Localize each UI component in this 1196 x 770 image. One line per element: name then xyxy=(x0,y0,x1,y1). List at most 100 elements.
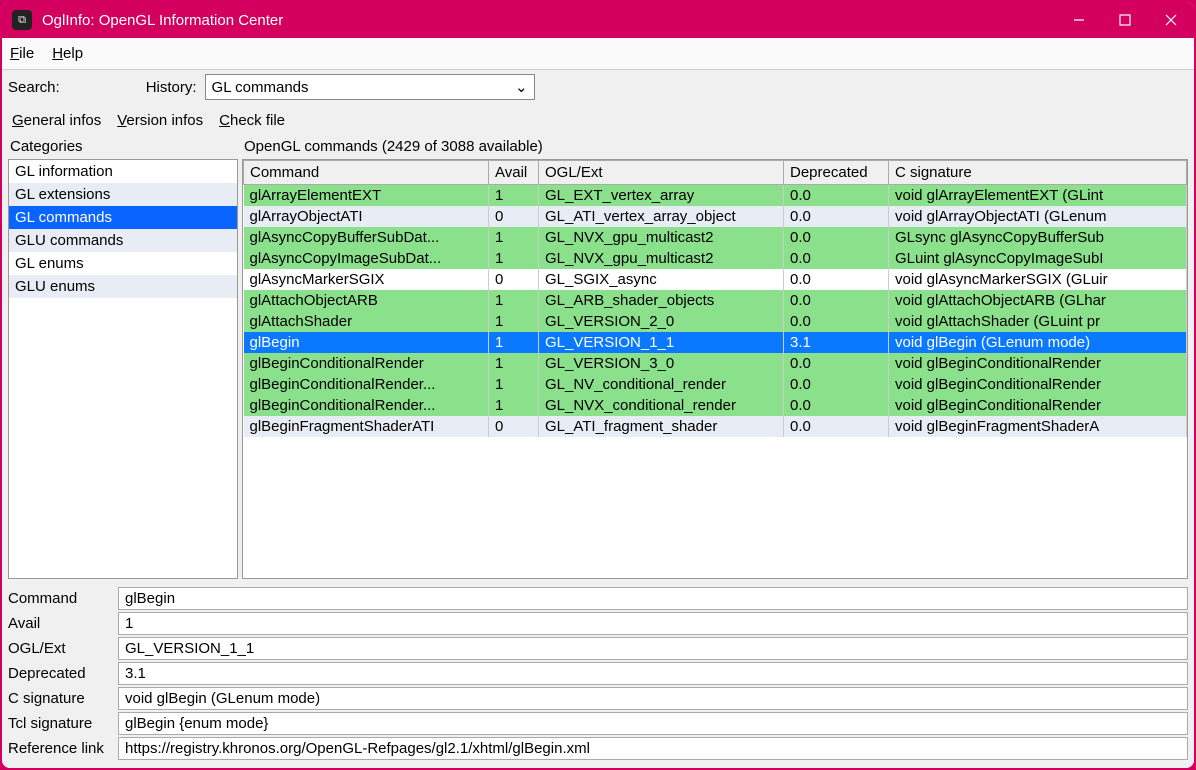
detail-row: Deprecated3.1 xyxy=(8,662,1188,685)
category-item[interactable]: GL information xyxy=(9,160,237,183)
menu-help[interactable]: Help xyxy=(52,45,83,62)
category-item[interactable]: GL extensions xyxy=(9,183,237,206)
menu-file[interactable]: File xyxy=(10,45,34,62)
cell-sig: void glArrayObjectATI (GLenum xyxy=(889,206,1187,227)
table-row[interactable]: glAsyncMarkerSGIX0GL_SGIX_async0.0void g… xyxy=(244,269,1187,290)
table-row[interactable]: glArrayElementEXT1GL_EXT_vertex_array0.0… xyxy=(244,185,1187,207)
cell-cmd: glAttachShader xyxy=(244,311,489,332)
cell-ogl: GL_ATI_vertex_array_object xyxy=(539,206,784,227)
cell-cmd: glAsyncCopyImageSubDat... xyxy=(244,248,489,269)
tab-check[interactable]: Check file xyxy=(213,108,291,134)
menubar: File Help xyxy=(2,38,1194,70)
cell-sig: GLuint glAsyncCopyImageSubI xyxy=(889,248,1187,269)
cell-avail: 0 xyxy=(489,416,539,437)
detail-row: Tcl signatureglBegin {enum mode} xyxy=(8,712,1188,735)
titlebar[interactable]: ⧉ OglInfo: OpenGL Information Center xyxy=(2,2,1194,38)
cell-cmd: glAsyncMarkerSGIX xyxy=(244,269,489,290)
category-item[interactable]: GL commands xyxy=(9,206,237,229)
categories-list[interactable]: GL informationGL extensionsGL commandsGL… xyxy=(8,159,238,579)
commands-table: CommandAvailOGL/ExtDeprecatedC signature… xyxy=(243,160,1187,437)
cell-sig: GLsync glAsyncCopyBufferSub xyxy=(889,227,1187,248)
detail-label: Avail xyxy=(8,615,118,632)
table-row[interactable]: glAttachShader1GL_VERSION_2_00.0void glA… xyxy=(244,311,1187,332)
detail-row: OGL/ExtGL_VERSION_1_1 xyxy=(8,637,1188,660)
detail-label: OGL/Ext xyxy=(8,640,118,657)
table-row[interactable]: glAsyncCopyImageSubDat...1GL_NVX_gpu_mul… xyxy=(244,248,1187,269)
cell-dep: 0.0 xyxy=(784,395,889,416)
detail-value[interactable]: https://registry.khronos.org/OpenGL-Refp… xyxy=(118,737,1188,760)
cell-cmd: glBeginConditionalRender... xyxy=(244,395,489,416)
cell-ogl: GL_ARB_shader_objects xyxy=(539,290,784,311)
table-row[interactable]: glAsyncCopyBufferSubDat...1GL_NVX_gpu_mu… xyxy=(244,227,1187,248)
cell-avail: 1 xyxy=(489,227,539,248)
column-header[interactable]: Deprecated xyxy=(784,161,889,185)
cell-cmd: glBeginConditionalRender... xyxy=(244,374,489,395)
commands-table-wrap[interactable]: CommandAvailOGL/ExtDeprecatedC signature… xyxy=(242,159,1188,579)
app-window: ⧉ OglInfo: OpenGL Information Center Fil… xyxy=(2,2,1194,768)
detail-value[interactable]: void glBegin (GLenum mode) xyxy=(118,687,1188,710)
tab-general[interactable]: General infos xyxy=(6,108,107,134)
table-row[interactable]: glBeginConditionalRender...1GL_NV_condit… xyxy=(244,374,1187,395)
cell-avail: 0 xyxy=(489,269,539,290)
close-button[interactable] xyxy=(1148,2,1194,38)
column-header[interactable]: C signature xyxy=(889,161,1187,185)
category-item[interactable]: GL enums xyxy=(9,252,237,275)
cell-dep: 0.0 xyxy=(784,206,889,227)
cell-dep: 0.0 xyxy=(784,290,889,311)
table-row[interactable]: glArrayObjectATI0GL_ATI_vertex_array_obj… xyxy=(244,206,1187,227)
table-row[interactable]: glAttachObjectARB1GL_ARB_shader_objects0… xyxy=(244,290,1187,311)
detail-label: C signature xyxy=(8,690,118,707)
cell-dep: 0.0 xyxy=(784,269,889,290)
cell-avail: 1 xyxy=(489,185,539,207)
detail-label: Command xyxy=(8,590,118,607)
cell-cmd: glAttachObjectARB xyxy=(244,290,489,311)
cell-cmd: glBegin xyxy=(244,332,489,353)
column-header[interactable]: Command xyxy=(244,161,489,185)
cell-ogl: GL_NVX_conditional_render xyxy=(539,395,784,416)
categories-header: Categories xyxy=(8,136,238,159)
column-header[interactable]: OGL/Ext xyxy=(539,161,784,185)
detail-value[interactable]: GL_VERSION_1_1 xyxy=(118,637,1188,660)
detail-value[interactable]: glBegin {enum mode} xyxy=(118,712,1188,735)
detail-label: Deprecated xyxy=(8,665,118,682)
cell-sig: void glBeginFragmentShaderA xyxy=(889,416,1187,437)
maximize-button[interactable] xyxy=(1102,2,1148,38)
cell-cmd: glBeginConditionalRender xyxy=(244,353,489,374)
history-label: History: xyxy=(146,79,197,96)
detail-row: CommandglBegin xyxy=(8,587,1188,610)
cell-dep: 0.0 xyxy=(784,185,889,207)
category-item[interactable]: GLU enums xyxy=(9,275,237,298)
cell-dep: 0.0 xyxy=(784,353,889,374)
category-item[interactable]: GLU commands xyxy=(9,229,237,252)
cell-sig: void glBeginConditionalRender xyxy=(889,353,1187,374)
tab-version[interactable]: Version infos xyxy=(111,108,209,134)
minimize-button[interactable] xyxy=(1056,2,1102,38)
cell-avail: 1 xyxy=(489,290,539,311)
cell-ogl: GL_ATI_fragment_shader xyxy=(539,416,784,437)
cell-ogl: GL_VERSION_3_0 xyxy=(539,353,784,374)
cell-sig: void glBegin (GLenum mode) xyxy=(889,332,1187,353)
tab-row: General infos Version infos Check file xyxy=(2,104,1194,134)
table-row[interactable]: glBegin1GL_VERSION_1_13.1void glBegin (G… xyxy=(244,332,1187,353)
cell-ogl: GL_NV_conditional_render xyxy=(539,374,784,395)
detail-value[interactable]: 3.1 xyxy=(118,662,1188,685)
detail-value[interactable]: 1 xyxy=(118,612,1188,635)
cell-dep: 0.0 xyxy=(784,311,889,332)
cell-sig: void glArrayElementEXT (GLint xyxy=(889,185,1187,207)
cell-avail: 1 xyxy=(489,248,539,269)
column-header[interactable]: Avail xyxy=(489,161,539,185)
table-row[interactable]: glBeginFragmentShaderATI0GL_ATI_fragment… xyxy=(244,416,1187,437)
cell-avail: 0 xyxy=(489,206,539,227)
history-select[interactable]: GL commands ⌄ xyxy=(205,74,535,100)
detail-label: Tcl signature xyxy=(8,715,118,732)
cell-sig: void glAttachObjectARB (GLhar xyxy=(889,290,1187,311)
detail-value[interactable]: glBegin xyxy=(118,587,1188,610)
cell-avail: 1 xyxy=(489,311,539,332)
cell-cmd: glBeginFragmentShaderATI xyxy=(244,416,489,437)
table-row[interactable]: glBeginConditionalRender1GL_VERSION_3_00… xyxy=(244,353,1187,374)
cell-ogl: GL_SGIX_async xyxy=(539,269,784,290)
app-icon: ⧉ xyxy=(12,10,32,30)
table-row[interactable]: glBeginConditionalRender...1GL_NVX_condi… xyxy=(244,395,1187,416)
upper-panes: Categories GL informationGL extensionsGL… xyxy=(2,134,1194,583)
window-title: OglInfo: OpenGL Information Center xyxy=(42,12,1056,29)
